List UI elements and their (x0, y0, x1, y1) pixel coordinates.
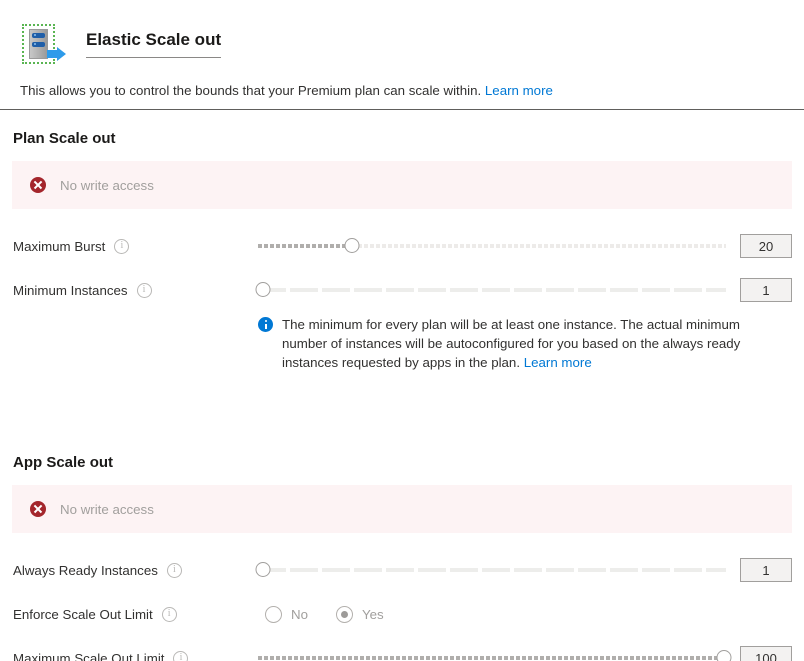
maximum-burst-row: Maximum Burst i 20 (12, 231, 792, 261)
always-ready-instances-slider-thumb[interactable] (255, 562, 270, 577)
app-no-write-access-banner: No write access (12, 485, 792, 533)
maximum-scale-out-limit-slider-thumb[interactable] (716, 650, 731, 661)
maximum-scale-out-limit-value[interactable]: 100 (740, 646, 792, 661)
plan-scale-out-section: Plan Scale out No write access Maximum B… (0, 130, 804, 372)
always-ready-instances-label: Always Ready Instances (13, 563, 158, 578)
radio-circle-selected-icon (336, 606, 353, 623)
elastic-scale-out-page: Elastic Scale out This allows you to con… (0, 0, 804, 661)
maximum-scale-out-limit-slider[interactable] (258, 647, 726, 661)
maximum-scale-out-limit-row: Maximum Scale Out Limit i 100 (12, 643, 792, 661)
error-circle-icon (30, 177, 46, 193)
plan-section-title: Plan Scale out (12, 130, 792, 147)
minimum-instances-note: The minimum for every plan will be at le… (258, 315, 792, 372)
minimum-instances-note-text: The minimum for every plan will be at le… (282, 315, 780, 372)
minimum-instances-slider-thumb[interactable] (255, 282, 270, 297)
maximum-burst-slider-thumb[interactable] (344, 238, 359, 253)
always-ready-instances-label-group: Always Ready Instances i (13, 563, 258, 578)
always-ready-instances-value[interactable]: 1 (740, 558, 792, 582)
radio-option-yes[interactable]: Yes (336, 606, 384, 623)
info-circle-icon[interactable]: i (167, 563, 182, 578)
radio-circle-icon (265, 606, 282, 623)
error-circle-icon (30, 501, 46, 517)
app-banner-message: No write access (60, 502, 154, 517)
radio-option-no[interactable]: No (265, 606, 308, 623)
app-scale-out-section: App Scale out No write access Always Rea… (0, 454, 804, 661)
enforce-scale-out-limit-label-group: Enforce Scale Out Limit i (13, 607, 258, 622)
plan-no-write-access-banner: No write access (12, 161, 792, 209)
maximum-burst-value[interactable]: 20 (740, 234, 792, 258)
enforce-scale-out-limit-label: Enforce Scale Out Limit (13, 607, 153, 622)
maximum-burst-slider[interactable] (258, 235, 726, 257)
subtitle-area: This allows you to control the bounds th… (0, 82, 804, 109)
radio-label-no: No (291, 607, 308, 622)
app-section-title: App Scale out (12, 454, 792, 471)
server-scale-out-icon (20, 20, 68, 68)
info-circle-icon[interactable]: i (137, 283, 152, 298)
maximum-burst-label-group: Maximum Burst i (13, 239, 258, 254)
maximum-burst-label: Maximum Burst (13, 239, 105, 254)
always-ready-instances-row: Always Ready Instances i 1 (12, 555, 792, 585)
minimum-instances-row: Minimum Instances i 1 (12, 275, 792, 305)
subtitle-text: This allows you to control the bounds th… (20, 82, 784, 109)
info-filled-icon (258, 317, 273, 332)
minimum-instances-slider[interactable] (258, 279, 726, 301)
maximum-scale-out-limit-label: Maximum Scale Out Limit (13, 651, 164, 661)
enforce-scale-out-limit-row: Enforce Scale Out Limit i No Yes (12, 599, 792, 629)
plan-banner-message: No write access (60, 178, 154, 193)
info-circle-icon[interactable]: i (114, 239, 129, 254)
always-ready-instances-slider[interactable] (258, 559, 726, 581)
header-divider (0, 109, 804, 110)
maximum-scale-out-limit-label-group: Maximum Scale Out Limit i (13, 651, 258, 661)
subtitle-learn-more-link[interactable]: Learn more (485, 83, 553, 98)
note-copy: The minimum for every plan will be at le… (282, 317, 740, 370)
note-learn-more-link[interactable]: Learn more (524, 355, 592, 370)
minimum-instances-label-group: Minimum Instances i (13, 283, 258, 298)
page-title: Elastic Scale out (86, 30, 221, 58)
subtitle-copy: This allows you to control the bounds th… (20, 83, 481, 98)
minimum-instances-value[interactable]: 1 (740, 278, 792, 302)
enforce-scale-out-limit-radio-group: No Yes (265, 606, 792, 623)
radio-label-yes: Yes (362, 607, 384, 622)
page-header: Elastic Scale out (0, 0, 804, 72)
info-circle-icon[interactable]: i (173, 651, 188, 661)
minimum-instances-label: Minimum Instances (13, 283, 128, 298)
info-circle-icon[interactable]: i (162, 607, 177, 622)
